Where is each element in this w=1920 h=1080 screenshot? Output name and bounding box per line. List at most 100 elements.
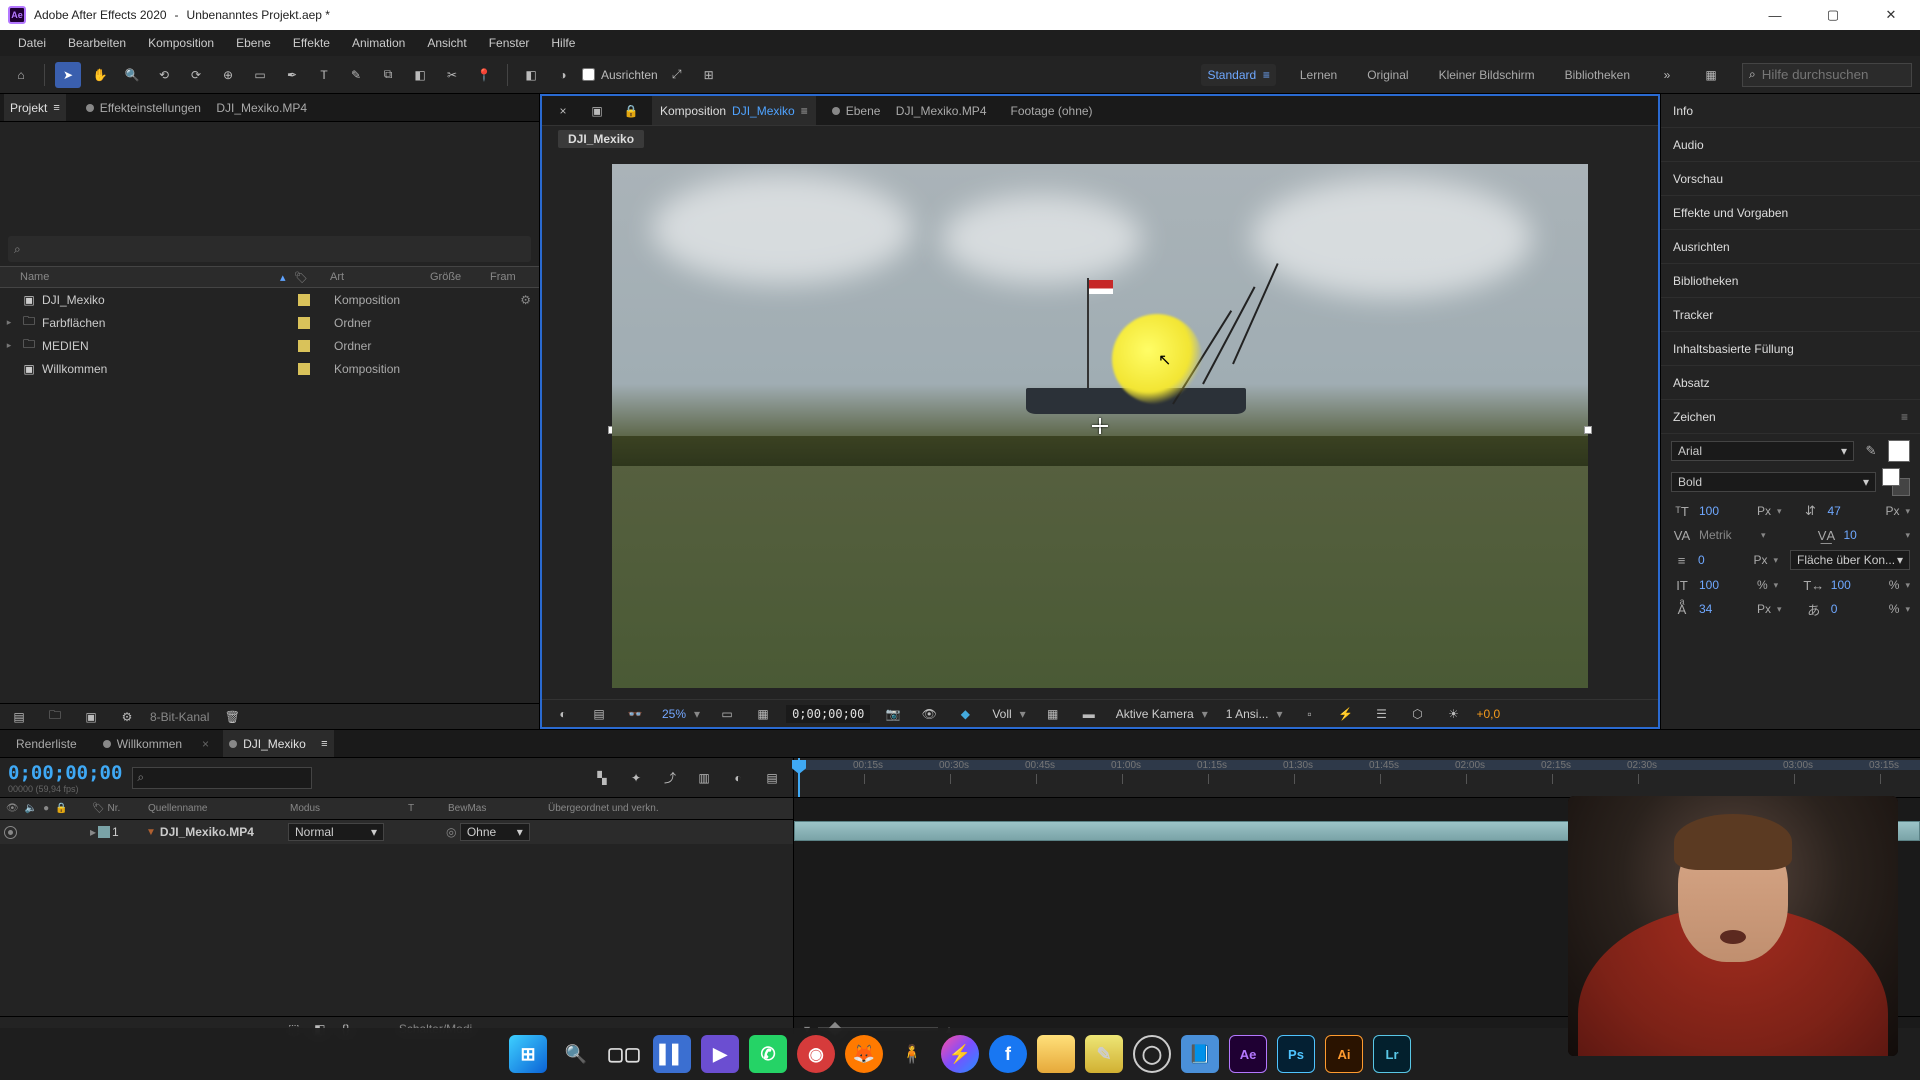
orbit-tool[interactable]: ⟲ bbox=[151, 62, 177, 88]
fill-stroke-swatch[interactable] bbox=[1882, 468, 1910, 496]
current-time[interactable]: 0;00;00;00 bbox=[8, 762, 122, 784]
roi-icon[interactable]: ▭ bbox=[714, 701, 740, 727]
track-matte-pickwhip-icon[interactable]: ◎ bbox=[446, 825, 456, 839]
menu-file[interactable]: Datei bbox=[8, 36, 56, 50]
brush-tool[interactable]: ✎ bbox=[343, 62, 369, 88]
fill-icon[interactable]: ◧ bbox=[518, 62, 544, 88]
hand-tool[interactable]: ✋ bbox=[87, 62, 113, 88]
panel-effects-presets[interactable]: Effekte und Vorgaben bbox=[1661, 196, 1920, 230]
snapshot-icon[interactable]: 📷 bbox=[880, 701, 906, 727]
menu-composition[interactable]: Komposition bbox=[138, 36, 224, 50]
tsume-value[interactable]: 0 bbox=[1831, 602, 1887, 616]
tab-layer[interactable]: Ebene DJI_Mexiko.MP4 bbox=[824, 96, 995, 125]
taskbar-search-icon[interactable]: 🔍 bbox=[557, 1035, 595, 1073]
font-size-value[interactable]: 100 bbox=[1699, 504, 1755, 518]
eraser-tool[interactable]: ◧ bbox=[407, 62, 433, 88]
render-icon[interactable]: ▣ bbox=[584, 98, 610, 124]
motion-blur-icon[interactable]: ◐ bbox=[725, 765, 751, 791]
menu-window[interactable]: Fenster bbox=[479, 36, 540, 50]
track-matte-dropdown[interactable]: Ohne▾ bbox=[460, 823, 530, 841]
time-ruler[interactable]: 00:15s 00:30s 00:45s 01:00s 01:15s 01:30… bbox=[794, 758, 1920, 798]
snap-checkbox[interactable] bbox=[582, 68, 595, 81]
panel-info[interactable]: Info bbox=[1661, 94, 1920, 128]
firefox-icon[interactable]: 🦊 bbox=[845, 1035, 883, 1073]
panel-content-aware-fill[interactable]: Inhaltsbasierte Füllung bbox=[1661, 332, 1920, 366]
timeline-search[interactable]: ⌕ bbox=[132, 767, 312, 789]
color-label[interactable] bbox=[298, 363, 310, 375]
panel-character[interactable]: Zeichen ≡ bbox=[1661, 400, 1920, 434]
exposure-reset-icon[interactable]: ☀ bbox=[1441, 701, 1467, 727]
snap-grid-icon[interactable]: ⊞ bbox=[696, 62, 722, 88]
start-button[interactable]: ⊞ bbox=[509, 1035, 547, 1073]
label-column-icon[interactable]: 🏷 bbox=[92, 803, 105, 814]
workspace-overflow-icon[interactable]: » bbox=[1654, 62, 1680, 88]
hide-shy-icon[interactable]: ⤴ bbox=[657, 765, 683, 791]
leading-value[interactable]: 47 bbox=[1827, 504, 1883, 518]
snap-toggle[interactable]: Ausrichten bbox=[582, 68, 658, 82]
fill-color-swatch[interactable] bbox=[1888, 440, 1910, 462]
file-explorer-icon[interactable] bbox=[1037, 1035, 1075, 1073]
whatsapp-icon[interactable]: ✆ bbox=[749, 1035, 787, 1073]
col-type[interactable]: Art bbox=[330, 271, 430, 283]
new-folder-icon[interactable]: 🗀 bbox=[42, 704, 68, 730]
exposure-value[interactable]: +0,0 bbox=[1477, 707, 1501, 721]
grid-icon[interactable]: ▦ bbox=[750, 701, 776, 727]
panel-tracker[interactable]: Tracker bbox=[1661, 298, 1920, 332]
clone-tool[interactable]: ⧉ bbox=[375, 62, 401, 88]
lightroom-icon[interactable]: Lr bbox=[1373, 1035, 1411, 1073]
flowchart-crumb[interactable]: DJI_Mexiko bbox=[558, 130, 644, 148]
panel-align[interactable]: Ausrichten bbox=[1661, 230, 1920, 264]
menu-effects[interactable]: Effekte bbox=[283, 36, 340, 50]
close-tab-icon[interactable]: × bbox=[550, 98, 576, 124]
color-depth-button[interactable]: 8-Bit-Kanal bbox=[150, 710, 209, 724]
3d-glasses-icon[interactable]: 👓 bbox=[622, 701, 648, 727]
comp-settings-icon[interactable]: ⚙ bbox=[520, 293, 531, 307]
selection-tool[interactable]: ➤ bbox=[55, 62, 81, 88]
messenger-icon[interactable]: ⚡ bbox=[941, 1035, 979, 1073]
anchor-tool[interactable]: ⊕ bbox=[215, 62, 241, 88]
workspace-original[interactable]: Original bbox=[1361, 64, 1414, 86]
graph-editor-icon[interactable]: ▤ bbox=[759, 765, 785, 791]
workspace-small-screen[interactable]: Kleiner Bildschirm bbox=[1433, 64, 1541, 86]
h-scale-value[interactable]: 100 bbox=[1831, 578, 1887, 592]
photoshop-icon[interactable]: Ps bbox=[1277, 1035, 1315, 1073]
tab-footage[interactable]: Footage (ohne) bbox=[1003, 96, 1101, 125]
tab-composition[interactable]: Komposition DJI_Mexiko ≡ bbox=[652, 96, 816, 125]
panel-menu-icon[interactable]: ≡ bbox=[1901, 410, 1908, 424]
help-search-input[interactable] bbox=[1762, 67, 1905, 82]
project-search[interactable]: ⌕ bbox=[8, 236, 531, 262]
menu-edit[interactable]: Bearbeiten bbox=[58, 36, 136, 50]
color-label[interactable] bbox=[298, 294, 310, 306]
panel-paragraph[interactable]: Absatz bbox=[1661, 366, 1920, 400]
camera-dropdown[interactable]: Aktive Kamera bbox=[1112, 707, 1212, 721]
mask-toggle-icon[interactable]: ▤ bbox=[586, 701, 612, 727]
timeline-layer-row[interactable]: ▸ 1 ▼ DJI_Mexiko.MP4 Normal▾ ◎ bbox=[0, 820, 793, 844]
facebook-icon[interactable]: f bbox=[989, 1035, 1027, 1073]
col-size[interactable]: Größe bbox=[430, 271, 490, 283]
font-family-dropdown[interactable]: Arial▾ bbox=[1671, 441, 1854, 461]
current-time-display[interactable]: 0;00;00;00 bbox=[786, 705, 870, 723]
viewport[interactable]: ↖ bbox=[612, 164, 1588, 688]
close-button[interactable]: ✕ bbox=[1862, 0, 1920, 30]
help-search[interactable]: ⌕ bbox=[1742, 63, 1912, 87]
transparency-grid-icon[interactable]: ▦ bbox=[1040, 701, 1066, 727]
pen-tool[interactable]: ✒ bbox=[279, 62, 305, 88]
illustrator-icon[interactable]: Ai bbox=[1325, 1035, 1363, 1073]
minimize-button[interactable]: — bbox=[1746, 0, 1804, 30]
channel-icon[interactable]: ◆ bbox=[952, 701, 978, 727]
project-item-comp[interactable]: ▣ Willkommen Komposition bbox=[0, 357, 539, 380]
zoom-tool[interactable]: 🔍 bbox=[119, 62, 145, 88]
alpha-toggle-icon[interactable]: ◐ bbox=[550, 701, 576, 727]
panel-libraries[interactable]: Bibliotheken bbox=[1661, 264, 1920, 298]
contacts-icon[interactable]: 🧍 bbox=[893, 1035, 931, 1073]
solo-column-icon[interactable]: ● bbox=[43, 803, 49, 814]
after-effects-icon[interactable]: Ae bbox=[1229, 1035, 1267, 1073]
view-layout-icon[interactable]: ▬ bbox=[1076, 701, 1102, 727]
notes-app-icon[interactable]: ✎ bbox=[1085, 1035, 1123, 1073]
col-label-icon[interactable]: 🏷 bbox=[294, 271, 330, 284]
mail-app-icon[interactable]: ◉ bbox=[797, 1035, 835, 1073]
project-item-folder[interactable]: ▸ 🗀 MEDIEN Ordner bbox=[0, 334, 539, 357]
eyedropper-icon[interactable]: ✎ bbox=[1860, 442, 1882, 460]
notepad-icon[interactable]: 📘 bbox=[1181, 1035, 1219, 1073]
audio-column-icon[interactable]: 🔈 bbox=[25, 803, 37, 814]
